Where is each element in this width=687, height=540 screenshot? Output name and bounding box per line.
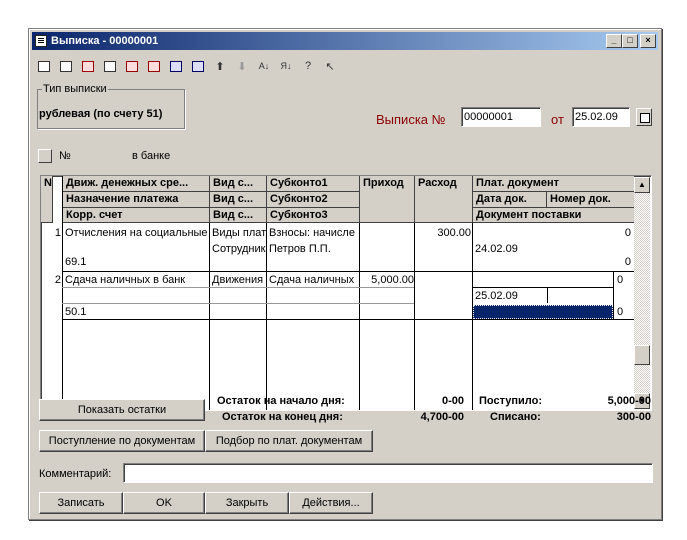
row1-number[interactable]: 1	[41, 226, 61, 240]
pick-by-paydocs-button[interactable]: Подбор по плат. документам	[205, 430, 373, 452]
maximize-button[interactable]: □	[622, 34, 638, 48]
received-label: Поступило:	[479, 395, 543, 407]
row1-subconto1[interactable]: Взносы: начисле	[267, 226, 359, 240]
copy-row-icon[interactable]	[57, 57, 75, 75]
toolbar: ⬆ ⬇ A↓ Я↓ ? ↖	[35, 55, 339, 77]
ok-button[interactable]: OK	[123, 492, 205, 514]
row1-paydoc[interactable]: 0	[473, 226, 631, 240]
statement-type-group: Тип выписки рублевая (по счету 51)	[37, 83, 185, 129]
row1-type2[interactable]: Сотрудник	[210, 242, 266, 256]
col-paydoc-header[interactable]: Плат. документ	[473, 176, 635, 192]
sort-desc-icon[interactable]: Я↓	[277, 57, 295, 75]
col-subconto3-header[interactable]: Субконто3	[267, 208, 360, 223]
title-bar: Выписка - 00000001 _ □ ×	[32, 32, 658, 50]
scroll-thumb[interactable]	[634, 345, 650, 365]
calendar-button[interactable]	[636, 108, 652, 126]
context-help-icon[interactable]: ↖	[321, 57, 339, 75]
row1-doc-date[interactable]: 24.02.09	[473, 242, 573, 256]
statement-number-label: Выписка №	[376, 112, 446, 127]
end-balance-value: 4,700-00	[420, 411, 464, 423]
actions-button[interactable]: Действия...	[289, 492, 373, 514]
row1-supply-doc[interactable]: 0	[473, 255, 631, 269]
edit-row-icon[interactable]	[79, 57, 97, 75]
add-row-icon[interactable]	[35, 57, 53, 75]
statement-type-value: рублевая (по счету 51)	[39, 108, 163, 120]
written-off-value: 300-00	[616, 411, 651, 423]
statement-type-legend: Тип выписки	[42, 83, 108, 95]
row2-type1[interactable]: Движения	[210, 273, 266, 287]
col-subconto2-header[interactable]: Субконто2	[267, 192, 360, 208]
settings-icon[interactable]	[189, 57, 207, 75]
subtotals-icon[interactable]	[167, 57, 185, 75]
bank-number-label: №	[59, 150, 71, 162]
move-up-icon[interactable]: ⬆	[211, 57, 229, 75]
selected-cell[interactable]	[473, 305, 613, 319]
calc-icon[interactable]	[145, 57, 163, 75]
statement-grid[interactable]: N Движ. денежных сре... Назначение плате…	[40, 175, 652, 411]
row2-subconto1[interactable]: Сдача наличных	[267, 273, 359, 287]
col-supplydoc-header[interactable]: Документ поставки	[473, 208, 635, 223]
row1-expense[interactable]: 300.00	[415, 226, 471, 240]
col-movement-header[interactable]: Движ. денежных сре...	[63, 176, 210, 192]
row2-movement[interactable]: Сдача наличных в банк	[63, 273, 209, 287]
row2-income[interactable]: 5,000.00	[360, 273, 414, 287]
show-balance-button[interactable]: Показать остатки	[39, 399, 205, 421]
col-income-header[interactable]: Приход	[360, 176, 415, 223]
row2-corr-account[interactable]: 50.1	[63, 305, 209, 319]
row1-subconto2[interactable]: Петров П.П.	[267, 242, 359, 256]
window-title: Выписка - 00000001	[51, 35, 159, 47]
save-button[interactable]: Записать	[39, 492, 123, 514]
col-corr-account-header[interactable]: Корр. счет	[63, 208, 210, 223]
col-purpose-header[interactable]: Назначение платежа	[63, 192, 210, 208]
start-balance-value: 0-00	[441, 395, 464, 407]
statement-window: Выписка - 00000001 _ □ × ⬆ ⬇ A↓ Я↓ ? ↖ Т…	[28, 28, 662, 520]
close-button[interactable]: Закрыть	[205, 492, 289, 514]
scroll-up-icon[interactable]: ▲	[634, 177, 650, 193]
close-window-button[interactable]: ×	[640, 34, 656, 48]
start-balance-label: Остаток на начало дня:	[217, 395, 345, 407]
bank-select-button[interactable]	[38, 149, 52, 163]
move-down-icon[interactable]: ⬇	[233, 57, 251, 75]
delete-row-icon[interactable]	[101, 57, 119, 75]
col-expense-header[interactable]: Расход	[415, 176, 473, 223]
written-off-label: Списано:	[490, 411, 541, 423]
col-n-header[interactable]: N	[41, 176, 53, 223]
date-input[interactable]: 25.02.09	[572, 107, 630, 127]
row1-movement[interactable]: Отчисления на социальные	[63, 226, 209, 240]
col-type3-header[interactable]: Вид с...	[210, 208, 267, 223]
bank-label: в банке	[132, 150, 171, 162]
row2-doc-date[interactable]: 25.02.09	[473, 289, 547, 303]
col-type2-header[interactable]: Вид с...	[210, 192, 267, 208]
row2-paydoc[interactable]: 0	[615, 273, 633, 287]
col-docdate-header[interactable]: Дата док.	[473, 192, 547, 208]
grid-scrollbar[interactable]: ▲ ▼	[634, 177, 650, 409]
col-docnum-header[interactable]: Номер док.	[547, 192, 635, 208]
minimize-button[interactable]: _	[606, 34, 622, 48]
row1-type1[interactable]: Виды плат	[210, 226, 266, 240]
row2-number[interactable]: 2	[41, 273, 61, 287]
row2-supply-doc[interactable]: 0	[615, 305, 633, 319]
date-from-label: от	[551, 112, 564, 127]
clear-icon[interactable]	[123, 57, 141, 75]
received-value: 5,000-00	[607, 395, 651, 407]
row1-corr-account[interactable]: 69.1	[63, 255, 209, 269]
comment-input[interactable]	[123, 463, 653, 483]
comment-label: Комментарий:	[39, 468, 112, 480]
help-icon[interactable]: ?	[299, 57, 317, 75]
col-type1-header[interactable]: Вид с...	[210, 176, 267, 192]
statement-number-input[interactable]: 00000001	[461, 107, 541, 127]
document-icon	[35, 35, 47, 47]
end-balance-label: Остаток на конец дня:	[222, 411, 343, 423]
col-subconto1-header[interactable]: Субконто1	[267, 176, 360, 192]
sort-asc-icon[interactable]: A↓	[255, 57, 273, 75]
receipt-by-documents-button[interactable]: Поступление по документам	[39, 430, 205, 452]
